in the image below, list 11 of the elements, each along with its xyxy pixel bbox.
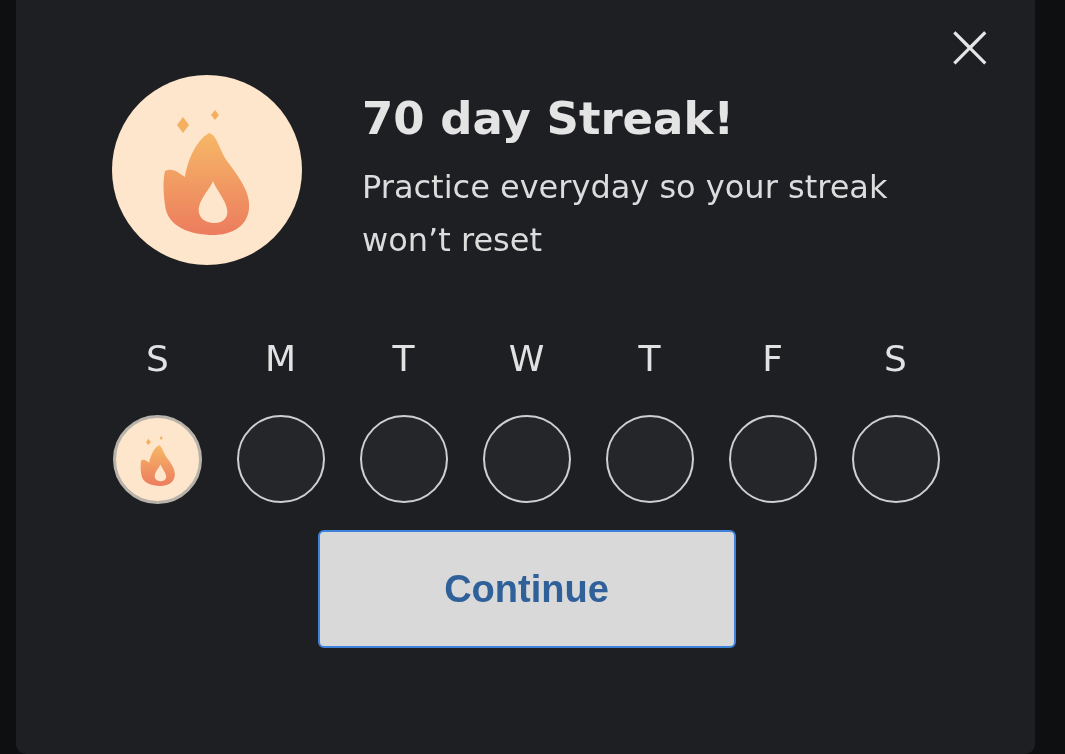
close-button[interactable]: × xyxy=(943,24,987,68)
weekday-label: W xyxy=(508,339,545,379)
weekday-label: S xyxy=(146,339,169,379)
dialog-message: Practice everyday so your streak won’t reset xyxy=(362,167,889,261)
weekday-label: M xyxy=(264,339,297,379)
weekday-label: T xyxy=(638,339,661,379)
weekday-label: T xyxy=(392,339,415,379)
weekday-label: S xyxy=(884,339,907,379)
weekday-label: F xyxy=(762,339,783,379)
dialog-title: 70 day Streak! xyxy=(362,91,735,147)
continue-button[interactable]: Continue xyxy=(317,530,736,648)
